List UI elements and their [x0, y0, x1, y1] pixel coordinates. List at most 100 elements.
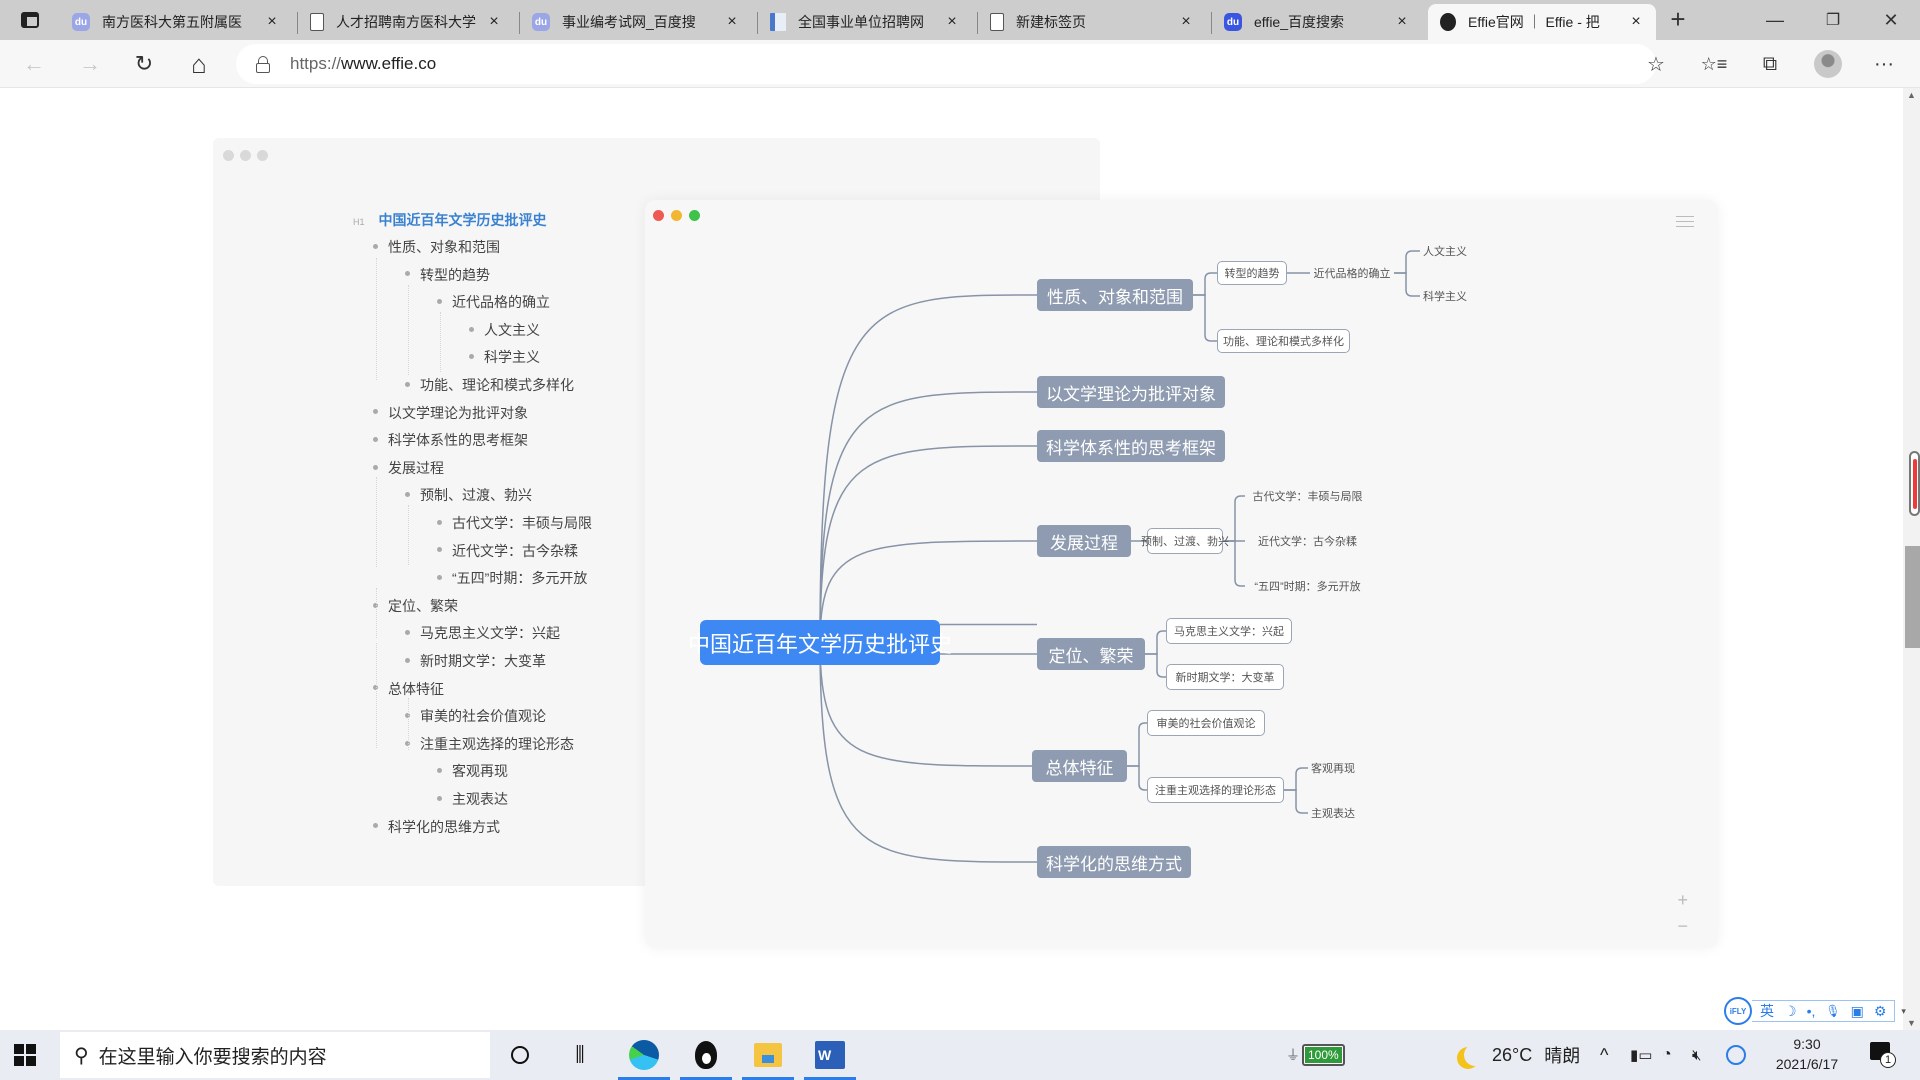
add-favorite-icon[interactable]: ☆	[1640, 48, 1672, 80]
outline-title[interactable]: H1 中国近百年文学历史批评史	[353, 210, 547, 230]
close-tab-icon[interactable]: ×	[482, 13, 506, 31]
forward-button[interactable]: →	[74, 48, 106, 80]
ifly-logo-icon[interactable]: iFLY	[1724, 997, 1752, 1025]
outline-item[interactable]: 新时期文学：大变革	[405, 651, 546, 671]
start-button[interactable]	[14, 1044, 36, 1066]
ime-mode-toggle[interactable]: 英	[1760, 1001, 1774, 1021]
microphone-icon[interactable]: 🎙	[1825, 1004, 1840, 1018]
vertical-scrollbar[interactable]: ▲ ▼	[1903, 88, 1920, 1030]
weather-widget[interactable]: 26°C 晴朗	[1456, 1030, 1580, 1080]
mindmap-subnode[interactable]: 新时期文学：大变革	[1166, 664, 1284, 690]
close-window-button[interactable]: ✕	[1868, 0, 1914, 40]
outline-item[interactable]: 科学化的思维方式	[373, 817, 500, 837]
outline-item[interactable]: 功能、理论和模式多样化	[405, 375, 574, 395]
tab-5[interactable]: du effie_百度搜索 ×	[1211, 4, 1422, 40]
taskbar-search-input[interactable]: ⚲ 在这里输入你要搜索的内容	[60, 1032, 490, 1078]
taskbar-file-explorer[interactable]	[738, 1030, 798, 1080]
scrollbar-thumb[interactable]	[1905, 546, 1920, 648]
moon-icon[interactable]: ☽	[1784, 1003, 1797, 1020]
minimize-button[interactable]: —	[1752, 0, 1798, 40]
mindmap-leaf-node[interactable]: 客观再现	[1308, 758, 1358, 778]
ifly-tray-icon[interactable]	[1726, 1030, 1746, 1080]
taskbar-effie[interactable]	[676, 1030, 736, 1080]
outline-item[interactable]: 以文学理论为批评对象	[373, 403, 528, 423]
mindmap-leaf-node[interactable]: 主观表达	[1308, 803, 1358, 823]
scroll-down-arrow[interactable]: ▼	[1907, 1018, 1916, 1028]
tab-actions-button[interactable]	[14, 8, 46, 32]
outline-item[interactable]: 预制、过渡、勃兴	[405, 485, 532, 505]
close-tab-icon[interactable]: ×	[260, 13, 284, 31]
outline-item[interactable]: 转型的趋势	[405, 265, 490, 285]
outline-item[interactable]: “五四”时期：多元开放	[437, 568, 587, 588]
mindmap-branch-node[interactable]: 性质、对象和范围	[1037, 279, 1193, 311]
mindmap-branch-node[interactable]: 定位、繁荣	[1037, 638, 1145, 670]
outline-item[interactable]: 客观再现	[437, 761, 508, 781]
outline-item[interactable]: 注重主观选择的理论形态	[405, 734, 574, 754]
refresh-button[interactable]: ↻	[128, 48, 160, 80]
mindmap-leaf-node[interactable]: 人文主义	[1420, 241, 1470, 261]
punctuation-icon[interactable]: •,	[1807, 1003, 1816, 1019]
settings-icon[interactable]: ⚙	[1874, 1003, 1887, 1020]
menu-icon[interactable]	[1676, 216, 1694, 230]
battery-indicator[interactable]: ⏚ 100%	[1286, 1030, 1345, 1080]
mindmap-subnode[interactable]: 预制、过渡、勃兴	[1141, 528, 1229, 554]
address-bar[interactable]: https://www.effie.co	[236, 44, 1656, 84]
lock-icon[interactable]	[256, 56, 270, 73]
new-tab-button[interactable]: +	[1663, 5, 1693, 35]
outline-item[interactable]: 人文主义	[469, 320, 540, 340]
clock[interactable]: 9:30 2021/6/17	[1762, 1034, 1852, 1074]
close-tab-icon[interactable]: ×	[1174, 13, 1198, 31]
mindmap-subnode[interactable]: 注重主观选择的理论形态	[1147, 777, 1284, 803]
close-tab-icon[interactable]: ×	[1390, 13, 1414, 31]
tab-1[interactable]: 人才招聘南方医科大学 ×	[297, 4, 514, 40]
mindmap-subnode[interactable]: 审美的社会价值观论	[1147, 710, 1265, 736]
task-view-button[interactable]: ⫼	[550, 1030, 610, 1080]
mindmap-root-node[interactable]: 中国近百年文学历史批评史	[688, 620, 952, 665]
battery-icon[interactable]: ▮▭	[1630, 1030, 1652, 1080]
tab-6[interactable]: Effie官网 ｜ Effie - 把 ×	[1428, 4, 1656, 40]
back-button[interactable]: ←	[18, 48, 50, 80]
maximize-button[interactable]: ❐	[1810, 0, 1856, 40]
tab-4[interactable]: 新建标签页 ×	[977, 4, 1206, 40]
mindmap-subnode[interactable]: 马克思主义文学：兴起	[1166, 618, 1292, 644]
cortana-button[interactable]	[490, 1030, 550, 1080]
mindmap-leaf-node[interactable]: 近代文学：古今杂糅	[1245, 531, 1370, 551]
outline-item[interactable]: 科学主义	[469, 347, 540, 367]
outline-item[interactable]: 发展过程	[373, 458, 444, 478]
mindmap-leaf-node[interactable]: 科学主义	[1420, 286, 1470, 306]
url-text[interactable]: https://www.effie.co	[290, 54, 436, 74]
tab-0[interactable]: du 南方医科大第五附属医 ×	[60, 4, 292, 40]
outline-item[interactable]: 主观表达	[437, 789, 508, 809]
mindmap-leaf-node[interactable]: “五四”时期：多元开放	[1245, 576, 1370, 596]
mindmap-branch-node[interactable]: 发展过程	[1037, 525, 1131, 557]
close-tab-icon[interactable]: ×	[940, 13, 964, 31]
favorites-icon[interactable]: ☆≡	[1698, 48, 1730, 80]
outline-item[interactable]: 总体特征	[373, 679, 444, 699]
mindmap-leaf-node[interactable]: 近代品格的确立	[1310, 263, 1394, 283]
more-menu-button[interactable]: ···	[1868, 48, 1900, 80]
voice-input-icon[interactable]: ▣	[1851, 1003, 1864, 1020]
taskbar-word[interactable]: W	[800, 1030, 860, 1080]
notification-center-button[interactable]: 1	[1870, 1042, 1896, 1068]
show-hidden-icons-button[interactable]: ^	[1600, 1030, 1608, 1080]
outline-item[interactable]: 审美的社会价值观论	[405, 706, 546, 726]
outline-item[interactable]: 近代品格的确立	[437, 292, 550, 312]
profile-button[interactable]	[1812, 48, 1844, 80]
ime-dropdown-icon[interactable]: ▾	[1901, 1006, 1906, 1017]
outline-item[interactable]: 科学体系性的思考框架	[373, 430, 528, 450]
home-button[interactable]: ⌂	[183, 48, 215, 80]
outline-item[interactable]: 近代文学：古今杂糅	[437, 541, 578, 561]
zoom-out-button[interactable]: −	[1677, 916, 1688, 937]
tab-3[interactable]: 全国事业单位招聘网 ×	[757, 4, 972, 40]
outline-item[interactable]: 定位、繁荣	[373, 596, 458, 616]
outline-item[interactable]: 马克思主义文学：兴起	[405, 623, 560, 643]
mindmap-branch-node[interactable]: 总体特征	[1032, 750, 1127, 782]
close-tab-icon[interactable]: ×	[1624, 13, 1648, 31]
collections-icon[interactable]: ⧉	[1754, 48, 1786, 80]
close-tab-icon[interactable]: ×	[720, 13, 744, 31]
wifi-icon[interactable]: ◔	[1662, 1030, 1672, 1080]
mindmap-branch-node[interactable]: 科学体系性的思考框架	[1037, 430, 1225, 462]
zoom-in-button[interactable]: +	[1677, 890, 1688, 911]
mindmap-leaf-node[interactable]: 古代文学：丰硕与局限	[1245, 486, 1370, 506]
scroll-up-arrow[interactable]: ▲	[1907, 90, 1916, 100]
